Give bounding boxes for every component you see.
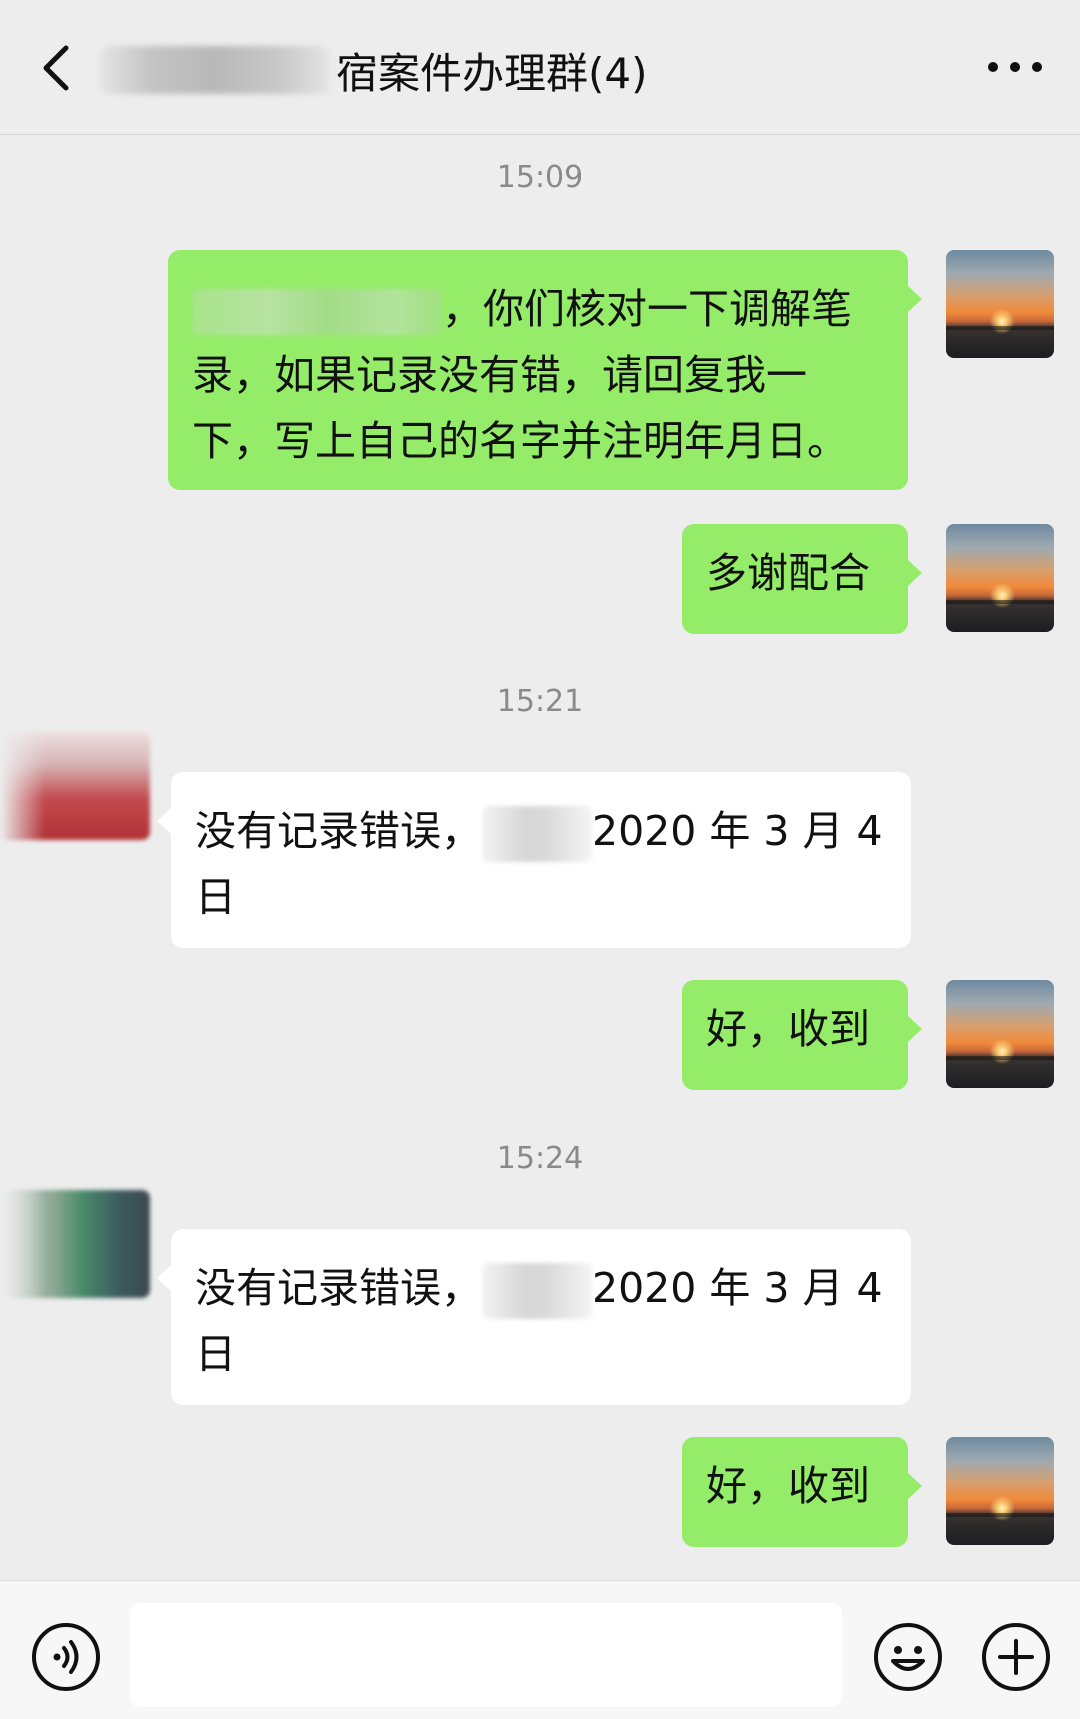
chat-title: 宿案件办理群(4) bbox=[100, 30, 648, 110]
redacted-names bbox=[192, 289, 442, 335]
message-input[interactable] bbox=[130, 1603, 842, 1707]
my-avatar[interactable] bbox=[946, 1437, 1054, 1545]
chevron-left-icon[interactable] bbox=[30, 38, 90, 98]
outgoing-message-bubble[interactable]: 好，收到 bbox=[682, 1437, 922, 1547]
redacted-title-prefix bbox=[100, 46, 330, 94]
incoming-message-bubble[interactable]: 没有记录错误， 2020 年 3 月 4 日 bbox=[157, 1229, 911, 1405]
outgoing-message-bubble[interactable]: 多谢配合 bbox=[682, 524, 922, 634]
message-text: 好，收到 bbox=[706, 1005, 870, 1053]
chat-title-text: 宿案件办理群(4) bbox=[336, 48, 648, 98]
my-avatar[interactable] bbox=[946, 250, 1054, 358]
redacted-name bbox=[482, 806, 592, 862]
voice-icon[interactable] bbox=[30, 1621, 102, 1693]
incoming-message-bubble[interactable]: 没有记录错误， 2020 年 3 月 4 日 bbox=[157, 772, 911, 948]
chat-header: 宿案件办理群(4) bbox=[0, 0, 1080, 135]
message-text: 没有记录错误， bbox=[195, 1264, 482, 1312]
message-text: 没有记录错误， bbox=[195, 807, 482, 855]
outgoing-message-bubble[interactable]: ，你们核对一下调解笔录，如果记录没有错，请回复我一下，写上自己的名字并注明年月日… bbox=[168, 250, 922, 490]
redacted-name bbox=[482, 1263, 592, 1319]
message-timestamp: 15:09 bbox=[496, 160, 584, 195]
my-avatar[interactable] bbox=[946, 524, 1054, 632]
member-avatar[interactable] bbox=[0, 732, 150, 840]
input-bar bbox=[0, 1580, 1080, 1719]
message-text: 好，收到 bbox=[706, 1462, 870, 1510]
message-text: 多谢配合 bbox=[706, 549, 870, 597]
plus-icon[interactable] bbox=[980, 1621, 1052, 1693]
more-dots-icon[interactable] bbox=[980, 42, 1050, 92]
emoji-icon[interactable] bbox=[872, 1621, 944, 1693]
my-avatar[interactable] bbox=[946, 980, 1054, 1088]
message-timestamp: 15:21 bbox=[496, 684, 584, 719]
outgoing-message-bubble[interactable]: 好，收到 bbox=[682, 980, 922, 1090]
member-avatar[interactable] bbox=[0, 1190, 150, 1298]
message-timestamp: 15:24 bbox=[496, 1141, 584, 1176]
